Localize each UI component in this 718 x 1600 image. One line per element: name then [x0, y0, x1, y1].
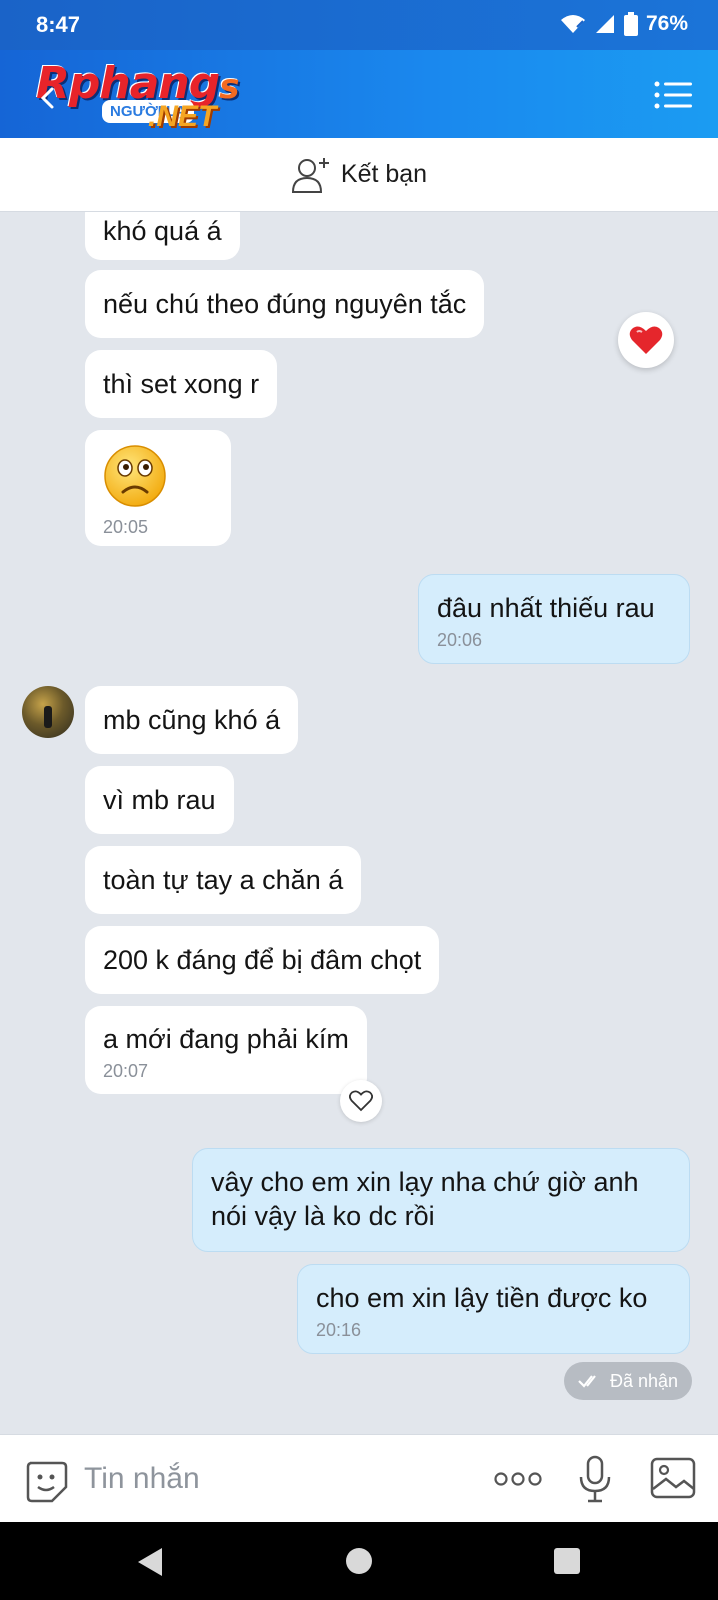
message-time: 20:07: [103, 1061, 149, 1081]
message-bubble[interactable]: nếu chú theo đúng nguyên tắc: [85, 270, 485, 338]
message-bubble[interactable]: toàn tự tay a chăn á: [85, 846, 362, 914]
like-reaction-button[interactable]: [340, 1080, 382, 1122]
signal-icon: [595, 15, 614, 33]
message-bubble[interactable]: mb cũng khó á: [85, 686, 299, 754]
status-bar: 8:47 76%: [0, 0, 718, 50]
logo-net: .NET: [148, 100, 217, 133]
message-input[interactable]: [84, 1457, 464, 1501]
microphone-icon[interactable]: [578, 1455, 612, 1503]
message-bubble[interactable]: a mới đang phải kím 20:07: [85, 1006, 367, 1094]
sad-face-emoji: [104, 445, 166, 507]
add-friend-button[interactable]: Kết bạn: [0, 138, 718, 212]
app-header: Rphangs NGƯỜI LẠ .NET: [0, 50, 718, 138]
heart-reaction-button[interactable]: [618, 312, 674, 368]
heart-outline-icon: [349, 1090, 373, 1112]
received-label: Đã nhận: [610, 1370, 679, 1391]
more-options-icon[interactable]: [494, 1469, 542, 1489]
battery-percent: 76%: [645, 12, 688, 35]
message-time: 20:05: [103, 517, 149, 537]
add-friend-icon: [291, 157, 329, 193]
heart-icon: [629, 326, 663, 354]
image-gallery-icon[interactable]: [650, 1457, 696, 1499]
double-check-icon: [578, 1375, 596, 1388]
logo: Rphangs NGƯỜI LẠ .NET: [36, 58, 256, 136]
message-bubble[interactable]: thì set xong r: [85, 350, 278, 418]
message-bubble[interactable]: đâu nhất thiếu rau 20:06: [418, 574, 690, 664]
message-bubble[interactable]: vì mb rau: [85, 766, 234, 834]
message-input-bar: [0, 1434, 718, 1522]
home-nav-icon[interactable]: [344, 1546, 374, 1576]
add-friend-label: Kết bạn: [340, 160, 428, 188]
chat-area[interactable]: khó quá á nếu chú theo đúng nguyên tắc t…: [0, 212, 718, 1434]
message-bubble[interactable]: cho em xin lậy tiền được ko 20:16: [297, 1264, 690, 1354]
status-icons: 76%: [560, 12, 688, 36]
system-navigation-bar: [0, 1522, 718, 1600]
message-bubble[interactable]: khó quá á: [85, 212, 240, 260]
status-time: 8:47: [36, 12, 81, 37]
message-bubble[interactable]: 20:05: [85, 430, 231, 546]
avatar[interactable]: [22, 686, 74, 738]
message-bubble[interactable]: 200 k đáng để bị đâm chọt: [85, 926, 440, 994]
menu-list-icon[interactable]: [654, 80, 692, 110]
back-nav-icon[interactable]: [134, 1546, 164, 1578]
received-status-badge: Đã nhận: [564, 1362, 693, 1400]
message-bubble[interactable]: vây cho em xin lạy nha chứ giờ anh nói v…: [192, 1148, 690, 1252]
message-time: 20:16: [316, 1320, 362, 1340]
wifi-icon: [560, 15, 585, 33]
message-time: 20:06: [437, 630, 483, 650]
recents-nav-icon[interactable]: [552, 1546, 582, 1576]
sticker-icon[interactable]: [24, 1459, 68, 1503]
battery-icon: [623, 12, 638, 36]
back-icon[interactable]: [38, 86, 56, 110]
